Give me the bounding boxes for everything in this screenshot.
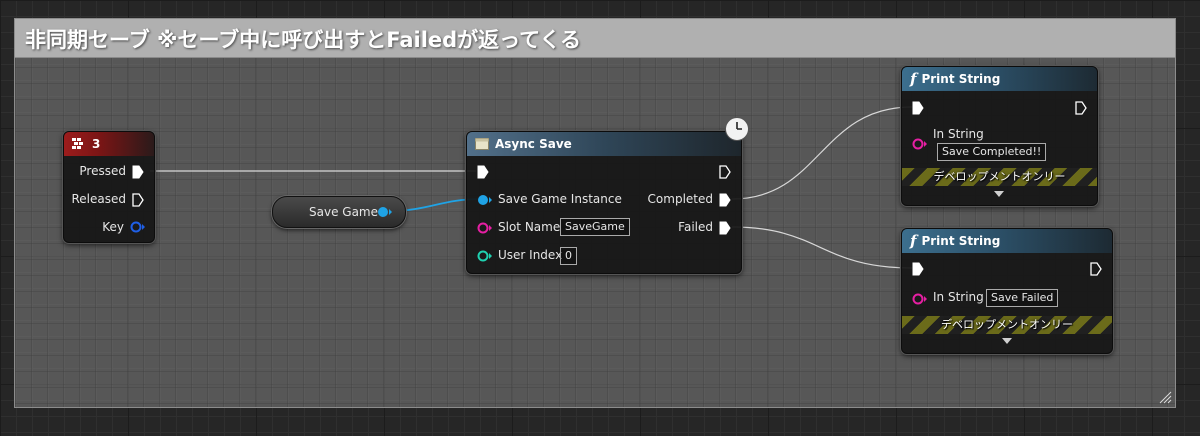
async-save-exec-in-pin[interactable] xyxy=(477,165,489,179)
pressed-exec-pin[interactable] xyxy=(132,165,144,179)
slot-name-input[interactable]: SaveGame xyxy=(560,218,630,236)
key-event-title: 3 xyxy=(92,137,101,151)
save-disk-icon xyxy=(475,138,489,150)
user-index-input[interactable]: 0 xyxy=(560,247,577,265)
async-save-exec-out-pin[interactable] xyxy=(719,165,731,179)
print-string-failed-title: Print String xyxy=(921,234,1001,248)
key-event-header[interactable]: 3 xyxy=(64,132,154,156)
function-icon: f xyxy=(910,232,917,250)
completed-exec-pin[interactable] xyxy=(719,193,731,207)
print-completed-in-string-label: In String xyxy=(933,127,984,141)
print-string-completed-node[interactable]: f Print String In String Save Completed!… xyxy=(901,66,1098,206)
print-string-failed-node[interactable]: f Print String In String Save Failed デベロ… xyxy=(901,228,1113,354)
function-icon: f xyxy=(910,70,917,88)
print-completed-exec-out-pin[interactable] xyxy=(1075,101,1087,115)
print-failed-exec-in-pin[interactable] xyxy=(912,262,924,276)
failed-exec-pin[interactable] xyxy=(719,221,731,235)
print-failed-in-string-input[interactable]: Save Failed xyxy=(986,289,1059,307)
user-index-label: User Index xyxy=(498,248,563,262)
save-game-instance-label: Save Game Instance xyxy=(498,192,622,206)
exec-wire-failed xyxy=(731,226,913,269)
async-save-title: Async Save xyxy=(495,137,572,151)
user-index-pin[interactable] xyxy=(477,250,493,262)
slot-name-label: Slot Name xyxy=(498,220,561,234)
print-completed-in-string-pin[interactable] xyxy=(912,138,928,150)
save-game-variable-label: Save Game xyxy=(309,205,378,219)
print-failed-in-string-label: In String xyxy=(933,290,984,304)
development-only-strip: デベロップメントオンリー xyxy=(902,168,1097,186)
failed-label: Failed xyxy=(678,220,713,234)
released-exec-pin[interactable] xyxy=(132,193,144,207)
key-struct-pin[interactable] xyxy=(130,221,146,233)
print-failed-in-string-pin[interactable] xyxy=(912,293,928,305)
latent-clock-icon xyxy=(725,117,749,141)
print-completed-exec-in-pin[interactable] xyxy=(912,101,924,115)
print-failed-exec-out-pin[interactable] xyxy=(1090,262,1102,276)
print-completed-in-string-input[interactable]: Save Completed!! xyxy=(937,143,1047,161)
key-label: Key xyxy=(102,220,124,234)
expand-arrow-icon[interactable] xyxy=(994,191,1004,197)
async-save-node[interactable]: Async Save Save Game Instance Slot Name … xyxy=(466,131,742,274)
print-string-completed-title: Print String xyxy=(921,72,1001,86)
development-only-strip: デベロップメントオンリー xyxy=(902,316,1112,334)
completed-label: Completed xyxy=(647,192,713,206)
expand-arrow-icon[interactable] xyxy=(1002,338,1012,344)
print-string-failed-header[interactable]: f Print String xyxy=(902,229,1112,253)
released-label: Released xyxy=(71,192,126,206)
pressed-label: Pressed xyxy=(79,164,126,178)
slot-name-pin[interactable] xyxy=(477,222,493,234)
save-game-instance-pin[interactable] xyxy=(477,194,493,206)
async-save-header[interactable]: Async Save xyxy=(467,132,741,156)
exec-wire-completed xyxy=(731,106,913,200)
save-game-variable-node[interactable]: Save Game xyxy=(272,196,406,228)
keyboard-icon xyxy=(72,138,83,149)
print-string-completed-header[interactable]: f Print String xyxy=(902,67,1097,91)
save-game-object-pin[interactable] xyxy=(377,206,393,218)
key-event-node[interactable]: 3 Pressed Released Key xyxy=(63,131,155,243)
